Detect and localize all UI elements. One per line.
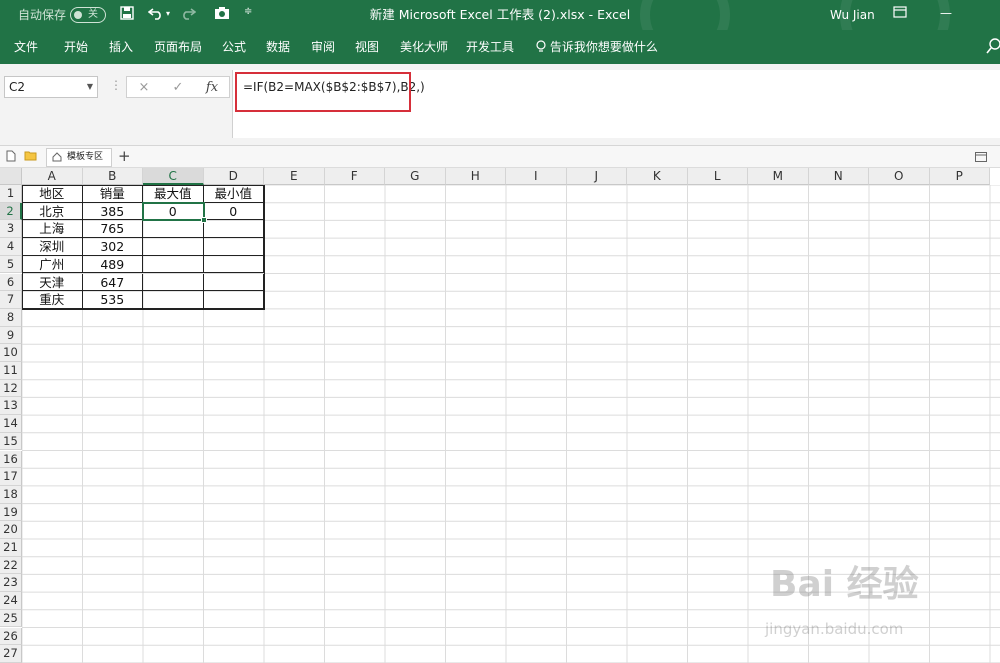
- ribbon-display-icon[interactable]: [893, 6, 909, 24]
- row-header[interactable]: 3: [0, 220, 22, 239]
- formula-area: C2 ▼ ⋮ × ✓ fx =IF(B2=MAX($B$2:$B$7),B2,): [0, 64, 1000, 146]
- row-header[interactable]: 6: [0, 273, 22, 292]
- column-header[interactable]: N: [808, 168, 869, 185]
- menu-data[interactable]: 数据: [266, 38, 290, 55]
- chevron-down-icon[interactable]: ▼: [87, 77, 93, 97]
- row-header[interactable]: 21: [0, 539, 22, 557]
- add-tab-button[interactable]: +: [118, 147, 131, 165]
- row-header[interactable]: 7: [0, 291, 22, 309]
- column-header[interactable]: A: [22, 168, 83, 185]
- title-bar: 自动保存 关 ▾ ≑ 新建 Microsoft Excel 工作表 (2).xl…: [0, 0, 1000, 30]
- cancel-icon[interactable]: ×: [133, 79, 155, 97]
- row-header[interactable]: 25: [0, 609, 22, 628]
- new-file-icon[interactable]: [6, 150, 16, 165]
- fill-handle[interactable]: [200, 217, 207, 224]
- lightbulb-icon: [536, 40, 546, 52]
- row-header[interactable]: 9: [0, 326, 22, 345]
- select-all-corner[interactable]: [0, 168, 22, 185]
- column-header[interactable]: M: [748, 168, 809, 185]
- column-header[interactable]: J: [566, 168, 627, 185]
- row-header[interactable]: 13: [0, 397, 22, 416]
- column-header[interactable]: B: [82, 168, 143, 185]
- row-header[interactable]: 22: [0, 556, 22, 575]
- name-box[interactable]: C2 ▼: [4, 76, 98, 98]
- row-header[interactable]: 20: [0, 521, 22, 539]
- row-header[interactable]: 14: [0, 415, 22, 433]
- row-header[interactable]: 15: [0, 432, 22, 451]
- document-tab-strip: 模板专区 +: [0, 146, 1000, 168]
- column-header[interactable]: F: [324, 168, 385, 185]
- row-header[interactable]: 4: [0, 238, 22, 256]
- row-header[interactable]: 17: [0, 468, 22, 486]
- row-header[interactable]: 19: [0, 503, 22, 522]
- insert-function-icon[interactable]: fx: [201, 79, 223, 97]
- row-header[interactable]: 1: [0, 185, 22, 203]
- row-header[interactable]: 5: [0, 255, 22, 274]
- column-header[interactable]: L: [687, 168, 748, 185]
- user-avatar-icon[interactable]: [986, 36, 1000, 59]
- row-header[interactable]: 10: [0, 344, 22, 362]
- menu-home[interactable]: 开始: [64, 38, 88, 55]
- row-header[interactable]: 8: [0, 308, 22, 327]
- column-header[interactable]: O: [869, 168, 930, 185]
- menu-file[interactable]: 文件: [14, 38, 38, 55]
- user-name[interactable]: Wu Jian: [830, 6, 875, 24]
- row-header[interactable]: 11: [0, 362, 22, 380]
- row-header[interactable]: 26: [0, 627, 22, 646]
- more-options-icon[interactable]: ⋮: [110, 78, 122, 92]
- active-cell-selection[interactable]: [142, 201, 207, 224]
- column-header[interactable]: D: [203, 168, 264, 185]
- ribbon-menu: 文件 开始 插入 页面布局 公式 数据 审阅 视图 美化大师 开发工具 告诉我你…: [0, 30, 1000, 64]
- window-layout-icon[interactable]: [975, 151, 987, 165]
- tab-template-zone[interactable]: 模板专区: [46, 148, 112, 167]
- row-header[interactable]: 18: [0, 485, 22, 504]
- column-header[interactable]: G: [385, 168, 446, 185]
- column-header[interactable]: I: [506, 168, 567, 185]
- baidu-watermark: Bai 经验: [770, 564, 919, 605]
- row-header[interactable]: 16: [0, 450, 22, 469]
- tell-me-text: 告诉我你想要做什么: [549, 40, 658, 54]
- menu-developer[interactable]: 开发工具: [466, 38, 514, 55]
- row-header[interactable]: 23: [0, 574, 22, 593]
- formula-highlight-box: [235, 72, 411, 112]
- row-header[interactable]: 24: [0, 592, 22, 610]
- column-header[interactable]: H: [445, 168, 506, 185]
- row-header[interactable]: 2: [0, 202, 22, 221]
- folder-icon[interactable]: [24, 150, 37, 164]
- formula-buttons: × ✓ fx: [126, 76, 230, 98]
- minimize-icon[interactable]: —: [940, 6, 956, 24]
- menu-insert[interactable]: 插入: [109, 38, 133, 55]
- column-header[interactable]: C: [143, 168, 204, 185]
- column-header[interactable]: P: [929, 168, 990, 185]
- enter-icon[interactable]: ✓: [167, 79, 189, 97]
- baidu-watermark-url: jingyan.baidu.com: [765, 620, 904, 638]
- home-icon: [52, 152, 62, 162]
- menu-beautify[interactable]: 美化大师: [400, 38, 448, 55]
- tab-label: 模板专区: [67, 152, 104, 162]
- menu-page-layout[interactable]: 页面布局: [154, 38, 202, 55]
- tell-me-box[interactable]: 告诉我你想要做什么: [536, 38, 658, 55]
- name-box-value: C2: [9, 80, 26, 94]
- menu-view[interactable]: 视图: [355, 38, 379, 55]
- column-header[interactable]: K: [627, 168, 688, 185]
- menu-review[interactable]: 审阅: [311, 38, 335, 55]
- row-header[interactable]: 12: [0, 379, 22, 398]
- column-header[interactable]: E: [264, 168, 325, 185]
- menu-formulas[interactable]: 公式: [222, 38, 246, 55]
- row-header[interactable]: 27: [0, 645, 22, 663]
